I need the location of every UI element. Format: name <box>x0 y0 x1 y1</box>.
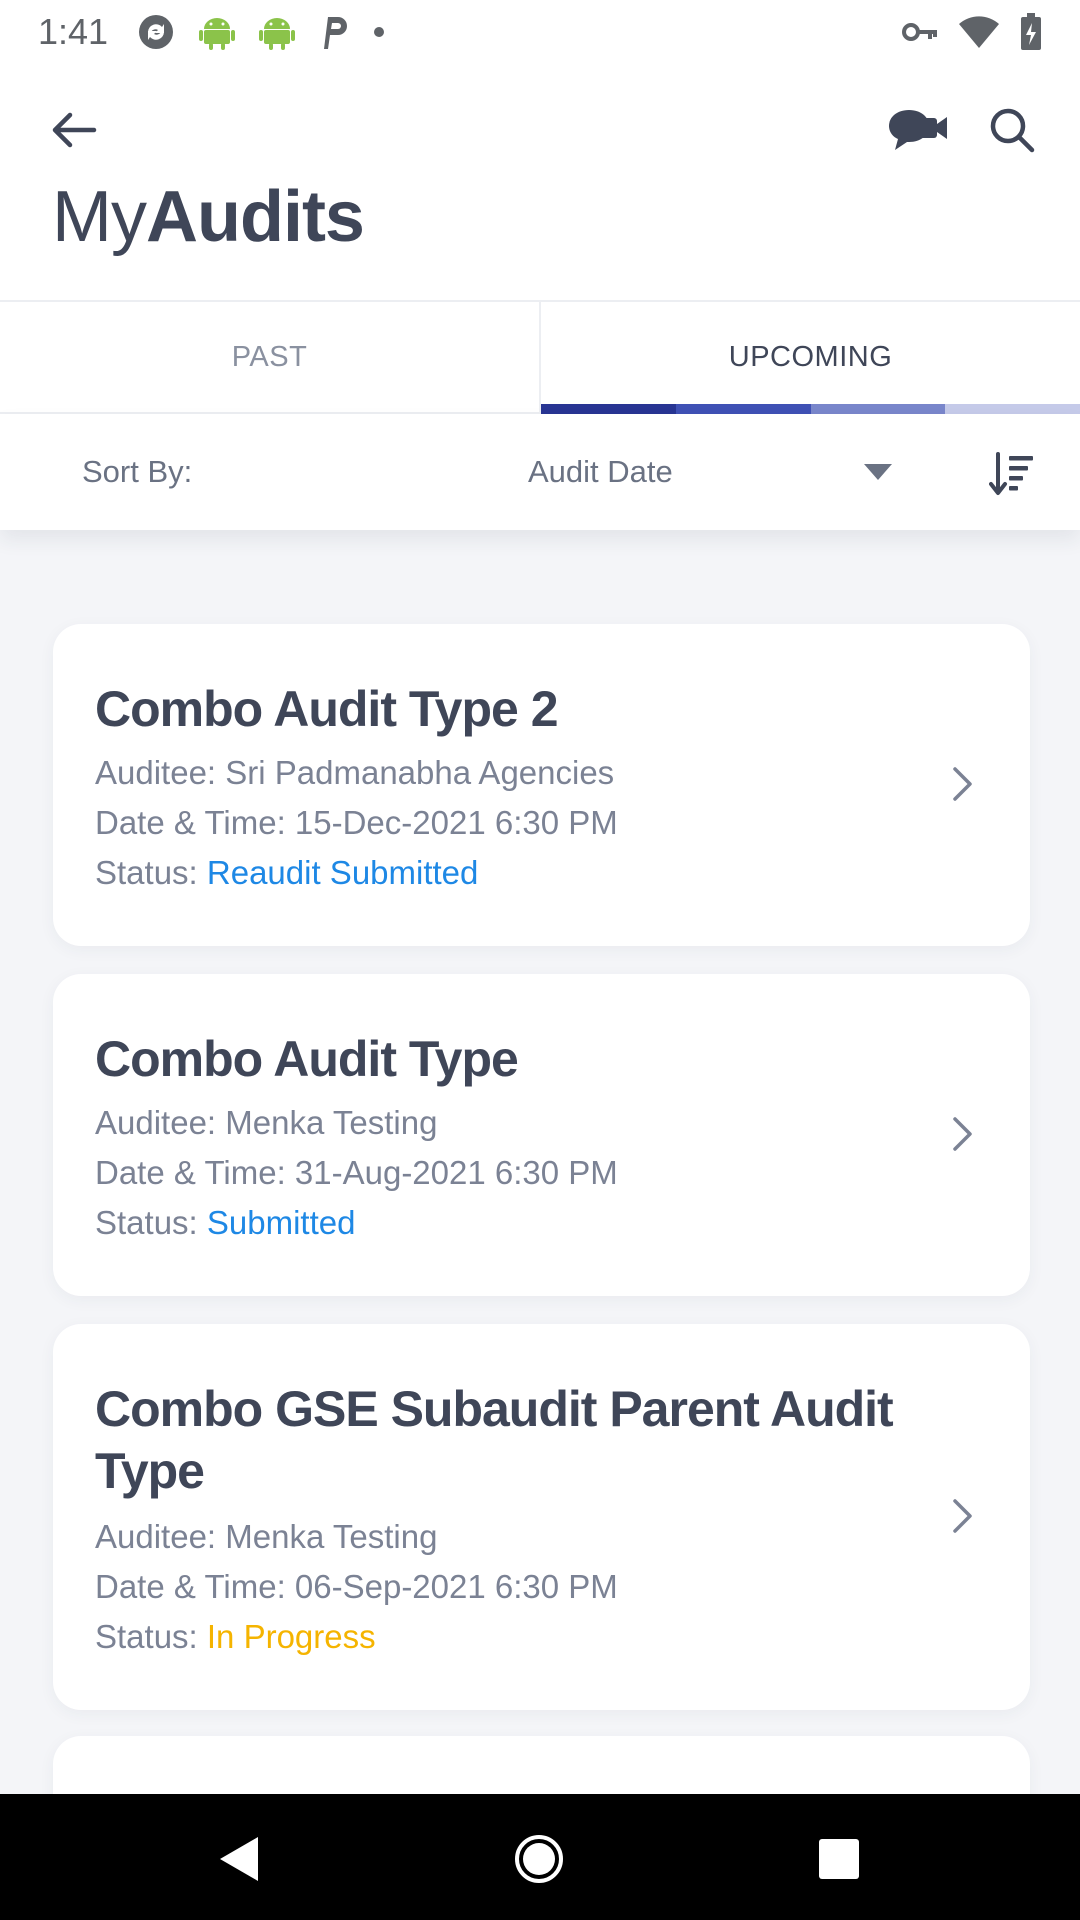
parking-icon <box>318 13 350 51</box>
sort-value: Audit Date <box>528 454 673 489</box>
app-header: MyAudits <box>0 64 1080 300</box>
page-title-part2: Audits <box>145 177 365 257</box>
nav-back-button[interactable] <box>214 1834 264 1884</box>
sort-descending-icon <box>989 452 1033 495</box>
audit-status-value: In Progress <box>206 1618 376 1655</box>
nav-recents-button[interactable] <box>814 1834 864 1884</box>
circle-home-icon <box>515 1835 563 1883</box>
audit-title: Combo GSE Subaudit Parent Audit Type <box>95 1381 894 1499</box>
tab-past[interactable]: PAST <box>0 302 541 412</box>
audit-card[interactable]: Combo Audit Type Auditee: Menka Testing … <box>53 974 1030 1296</box>
video-chat-button[interactable] <box>882 98 954 162</box>
audit-auditee: Auditee: Menka Testing <box>95 1104 438 1141</box>
audit-status-row: Status: In Progress <box>95 1618 376 1656</box>
sort-order-button[interactable] <box>988 450 1036 498</box>
tab-upcoming[interactable]: UPCOMING <box>541 302 1080 414</box>
square-recents-icon <box>819 1839 859 1879</box>
audit-date-time: Date & Time: 06-Sep-2021 6:30 PM <box>95 1568 618 1605</box>
audit-status-label: Status: <box>95 1618 207 1655</box>
triangle-back-icon <box>220 1837 258 1881</box>
android-icon <box>258 13 296 51</box>
chevron-right-icon <box>948 1496 978 1536</box>
android-icon <box>198 13 236 51</box>
system-nav-bar <box>0 1794 1080 1920</box>
indicator-segment <box>541 404 676 414</box>
audit-list: Combo Audit Type 2 Auditee: Sri Padmanab… <box>0 530 1080 1794</box>
sort-dropdown[interactable]: Audit Date <box>510 434 910 510</box>
audit-auditee: Auditee: Sri Padmanabha Agencies <box>95 754 615 791</box>
page-title: MyAudits <box>52 176 365 258</box>
audit-card[interactable]: Combo GSE Subaudit Parent Audit Type Aud… <box>53 1324 1030 1710</box>
notification-icons <box>136 12 386 52</box>
sort-bar: Sort By: Audit Date <box>0 414 1080 530</box>
sort-label: Sort By: <box>82 454 193 489</box>
audit-card[interactable]: Combo Audit Type 2 Auditee: Sri Padmanab… <box>53 624 1030 946</box>
arrow-left-icon <box>52 112 97 148</box>
tab-bar: PAST UPCOMING <box>0 300 1080 414</box>
indicator-segment <box>810 404 946 414</box>
tab-active-indicator <box>541 404 1080 414</box>
sync-icon <box>136 12 176 52</box>
audit-title: Combo Audit Type 2 <box>95 681 559 737</box>
key-icon <box>902 20 938 44</box>
indicator-segment <box>675 404 811 414</box>
audit-date-time: Date & Time: 15-Dec-2021 6:30 PM <box>95 804 618 841</box>
indicator-segment <box>945 404 1080 414</box>
audit-status-row: Status: Submitted <box>95 1204 355 1242</box>
back-button[interactable] <box>44 100 104 160</box>
chevron-right-icon <box>948 1114 978 1154</box>
audit-status-label: Status: <box>95 854 207 891</box>
chevron-right-icon <box>948 764 978 804</box>
audit-status-label: Status: <box>95 1204 207 1241</box>
status-time: 1:41 <box>38 11 109 52</box>
search-button[interactable] <box>980 98 1044 162</box>
caret-down-icon <box>864 464 892 480</box>
audit-card[interactable] <box>53 1736 1030 1794</box>
video-chat-icon <box>889 110 947 150</box>
audit-status-value: Reaudit Submitted <box>206 854 479 891</box>
audit-status-row: Status: Reaudit Submitted <box>95 854 478 892</box>
search-icon <box>990 108 1035 153</box>
audit-status-value: Submitted <box>206 1204 356 1241</box>
page-title-part1: My <box>52 177 147 257</box>
dot-icon <box>372 25 386 39</box>
wifi-icon <box>958 15 1000 49</box>
status-bar: 1:41 <box>0 0 1080 64</box>
audit-title: Combo Audit Type <box>95 1031 519 1087</box>
nav-home-button[interactable] <box>514 1834 564 1884</box>
tab-upcoming-label: UPCOMING <box>728 340 893 373</box>
tab-past-label: PAST <box>231 340 308 373</box>
audit-auditee: Auditee: Menka Testing <box>95 1518 438 1555</box>
battery-icon <box>1020 13 1042 51</box>
audit-date-time: Date & Time: 31-Aug-2021 6:30 PM <box>95 1154 618 1191</box>
